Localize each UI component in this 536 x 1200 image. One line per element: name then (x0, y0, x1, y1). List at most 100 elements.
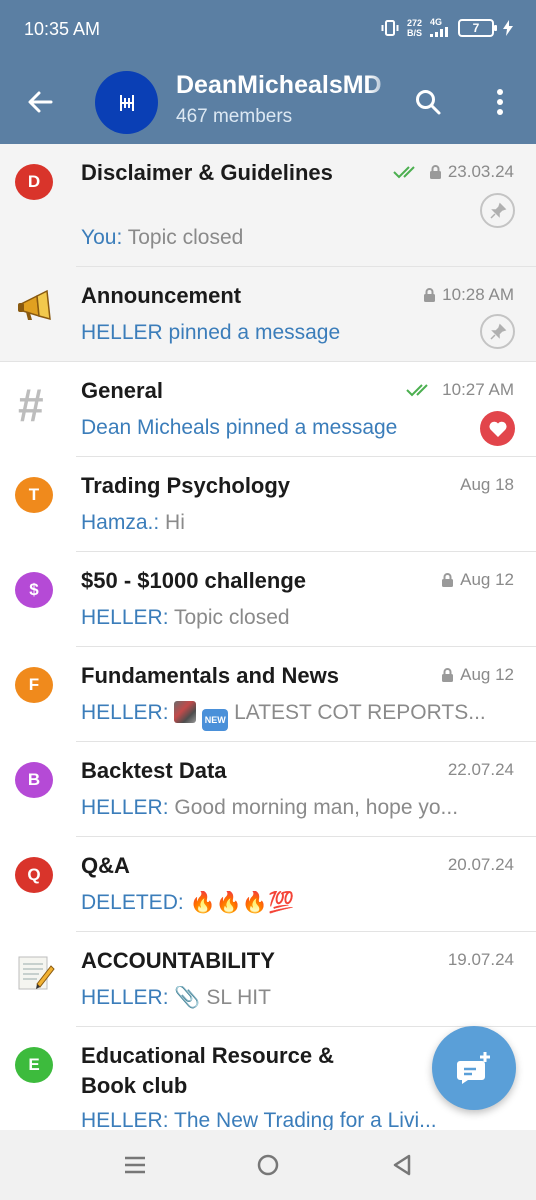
preview-sender: HELLER: (81, 796, 169, 819)
topic-title: Disclaimer & Guidelines (81, 160, 333, 185)
heart-icon (488, 421, 507, 437)
topic-preview: Dean Micheals pinned a message (81, 416, 398, 439)
megaphone-icon (15, 287, 57, 329)
topic-title: Fundamentals and News (81, 663, 339, 688)
pin-icon (489, 202, 506, 219)
topic-row-announcement[interactable]: Announcement 10:28 AM HELLER pinned a me… (0, 267, 536, 362)
topic-date: Aug 18 (460, 475, 514, 494)
status-icons: 272 B/S 4G 7 (381, 17, 514, 39)
arrow-left-icon (28, 91, 53, 113)
more-options-button[interactable] (482, 84, 518, 120)
lock-icon (442, 667, 454, 682)
group-logo-icon (119, 94, 134, 111)
preview-sender: HELLER: (81, 986, 169, 1009)
reaction-badge (480, 411, 515, 446)
system-nav-bar (0, 1130, 536, 1200)
topic-row-qa[interactable]: Q Q&A 20.07.24 DELETED: 🔥🔥🔥💯 (0, 837, 536, 932)
topic-row-backtest[interactable]: B Backtest Data 22.07.24 HELLER: Good mo… (0, 742, 536, 837)
home-circle-icon (257, 1154, 279, 1176)
topic-title: Announcement (81, 283, 242, 308)
topic-icon-letter: D (27, 172, 41, 191)
topic-icon-letter: B (27, 770, 41, 789)
topic-meta: 19.07.24 (448, 950, 514, 970)
topic-date: 10:28 AM (442, 285, 514, 304)
topic-icon-letter: F (28, 675, 40, 694)
topic-meta: 10:28 AM (423, 285, 514, 305)
search-button[interactable] (410, 84, 446, 120)
topic-bubble: E (15, 1047, 53, 1083)
topic-meta: Aug 18 (460, 475, 514, 495)
topic-row-disclaimer[interactable]: D Disclaimer & Guidelines 23.03.24 You: … (0, 144, 536, 267)
topic-preview: Hamza.: Hi (81, 511, 511, 535)
preview-text: 📎 SL HIT (168, 986, 271, 1009)
home-button[interactable] (253, 1150, 283, 1180)
topic-date: 22.07.24 (447, 760, 514, 779)
topic-preview: DELETED: 🔥🔥🔥💯 (81, 891, 511, 915)
topic-preview: HELLER pinned a message (81, 321, 341, 344)
topic-meta: 10:27 AM (406, 380, 514, 400)
topic-title: ACCOUNTABILITY (81, 948, 275, 973)
lock-icon (442, 572, 454, 587)
topic-icon-letter: $ (29, 580, 39, 599)
topic-title: $50 - $1000 challenge (81, 568, 307, 593)
topic-date: 19.07.24 (447, 950, 514, 969)
new-topic-icon (457, 1052, 490, 1084)
system-back-button[interactable] (387, 1150, 417, 1180)
lock-icon (429, 164, 441, 179)
topic-title: Educational Resource & Book club (81, 1043, 335, 1098)
preview-sender: Hamza.: (81, 511, 160, 534)
menu-lines-icon (125, 1156, 145, 1174)
preview-text: The New Trading for a Livi... (168, 1109, 437, 1130)
preview-text: 🔥🔥🔥💯 (183, 891, 295, 914)
more-vertical-icon (497, 89, 503, 115)
topic-title: Q&A (81, 853, 130, 878)
topic-bubble: D (15, 164, 53, 200)
topic-preview: HELLER: NEW LATEST COT REPORTS... (81, 701, 511, 731)
pinned-badge (480, 193, 515, 228)
new-topic-fab[interactable] (432, 1026, 516, 1110)
net-speed-value: 272 (406, 18, 422, 28)
preview-sender: HELLER: (81, 606, 169, 629)
charging-bolt-icon (503, 20, 513, 36)
topic-icon-letter: E (28, 1055, 40, 1074)
net-speed-unit: B/S (406, 28, 422, 38)
double-check-icon (393, 166, 415, 179)
topic-icon-b: B (15, 762, 57, 804)
lock-icon (424, 287, 436, 302)
preview-text: LATEST COT REPORTS... (228, 701, 486, 724)
preview-text: Hi (159, 511, 185, 534)
vibrate-icon (381, 20, 399, 36)
topic-preview: HELLER: Topic closed (81, 606, 511, 630)
back-button[interactable] (22, 84, 58, 120)
topic-date: Aug 12 (460, 665, 514, 684)
back-triangle-icon (393, 1154, 411, 1176)
topic-row-general[interactable]: # General 10:27 AM Dean Micheals pinned … (0, 362, 536, 457)
preview-sender: HELLER: (81, 701, 169, 724)
group-avatar[interactable] (95, 71, 158, 134)
group-title[interactable]: DeanMichealsMD (176, 71, 398, 100)
net-speed: 272 B/S (407, 18, 422, 38)
pinned-badge (480, 314, 515, 349)
topic-meta: 23.03.24 (393, 162, 514, 182)
topic-icon-letter: Q (27, 865, 41, 884)
topic-preview: HELLER: 📎 SL HIT (81, 986, 511, 1010)
media-thumbnail (174, 701, 197, 723)
recents-button[interactable] (120, 1150, 150, 1180)
topic-row-accountability[interactable]: ACCOUNTABILITY 19.07.24 HELLER: 📎 SL HIT (0, 932, 536, 1027)
topic-row-challenge[interactable]: $ $50 - $1000 challenge Aug 12 HELLER: T… (0, 552, 536, 647)
topic-icon-dollar: $ (15, 572, 57, 614)
topic-row-fundamentals[interactable]: F Fundamentals and News Aug 12 HELLER: N… (0, 647, 536, 742)
topic-date: 23.03.24 (447, 162, 514, 181)
topic-title: General (81, 378, 163, 403)
battery-indicator: 7 (458, 19, 497, 37)
topic-title: Backtest Data (81, 758, 227, 783)
preview-text: Topic closed (122, 226, 244, 249)
new-emoji-badge: NEW (202, 709, 229, 731)
preview-sender: HELLER: (81, 1109, 169, 1130)
topic-meta: Aug 12 (441, 665, 514, 685)
topic-icon-letter: T (28, 485, 40, 504)
search-icon (416, 90, 441, 115)
signal-label: 4G (430, 17, 443, 27)
topic-row-trading-psychology[interactable]: T Trading Psychology Aug 18 Hamza.: Hi (0, 457, 536, 552)
topic-list: D Disclaimer & Guidelines 23.03.24 You: … (0, 144, 536, 1130)
